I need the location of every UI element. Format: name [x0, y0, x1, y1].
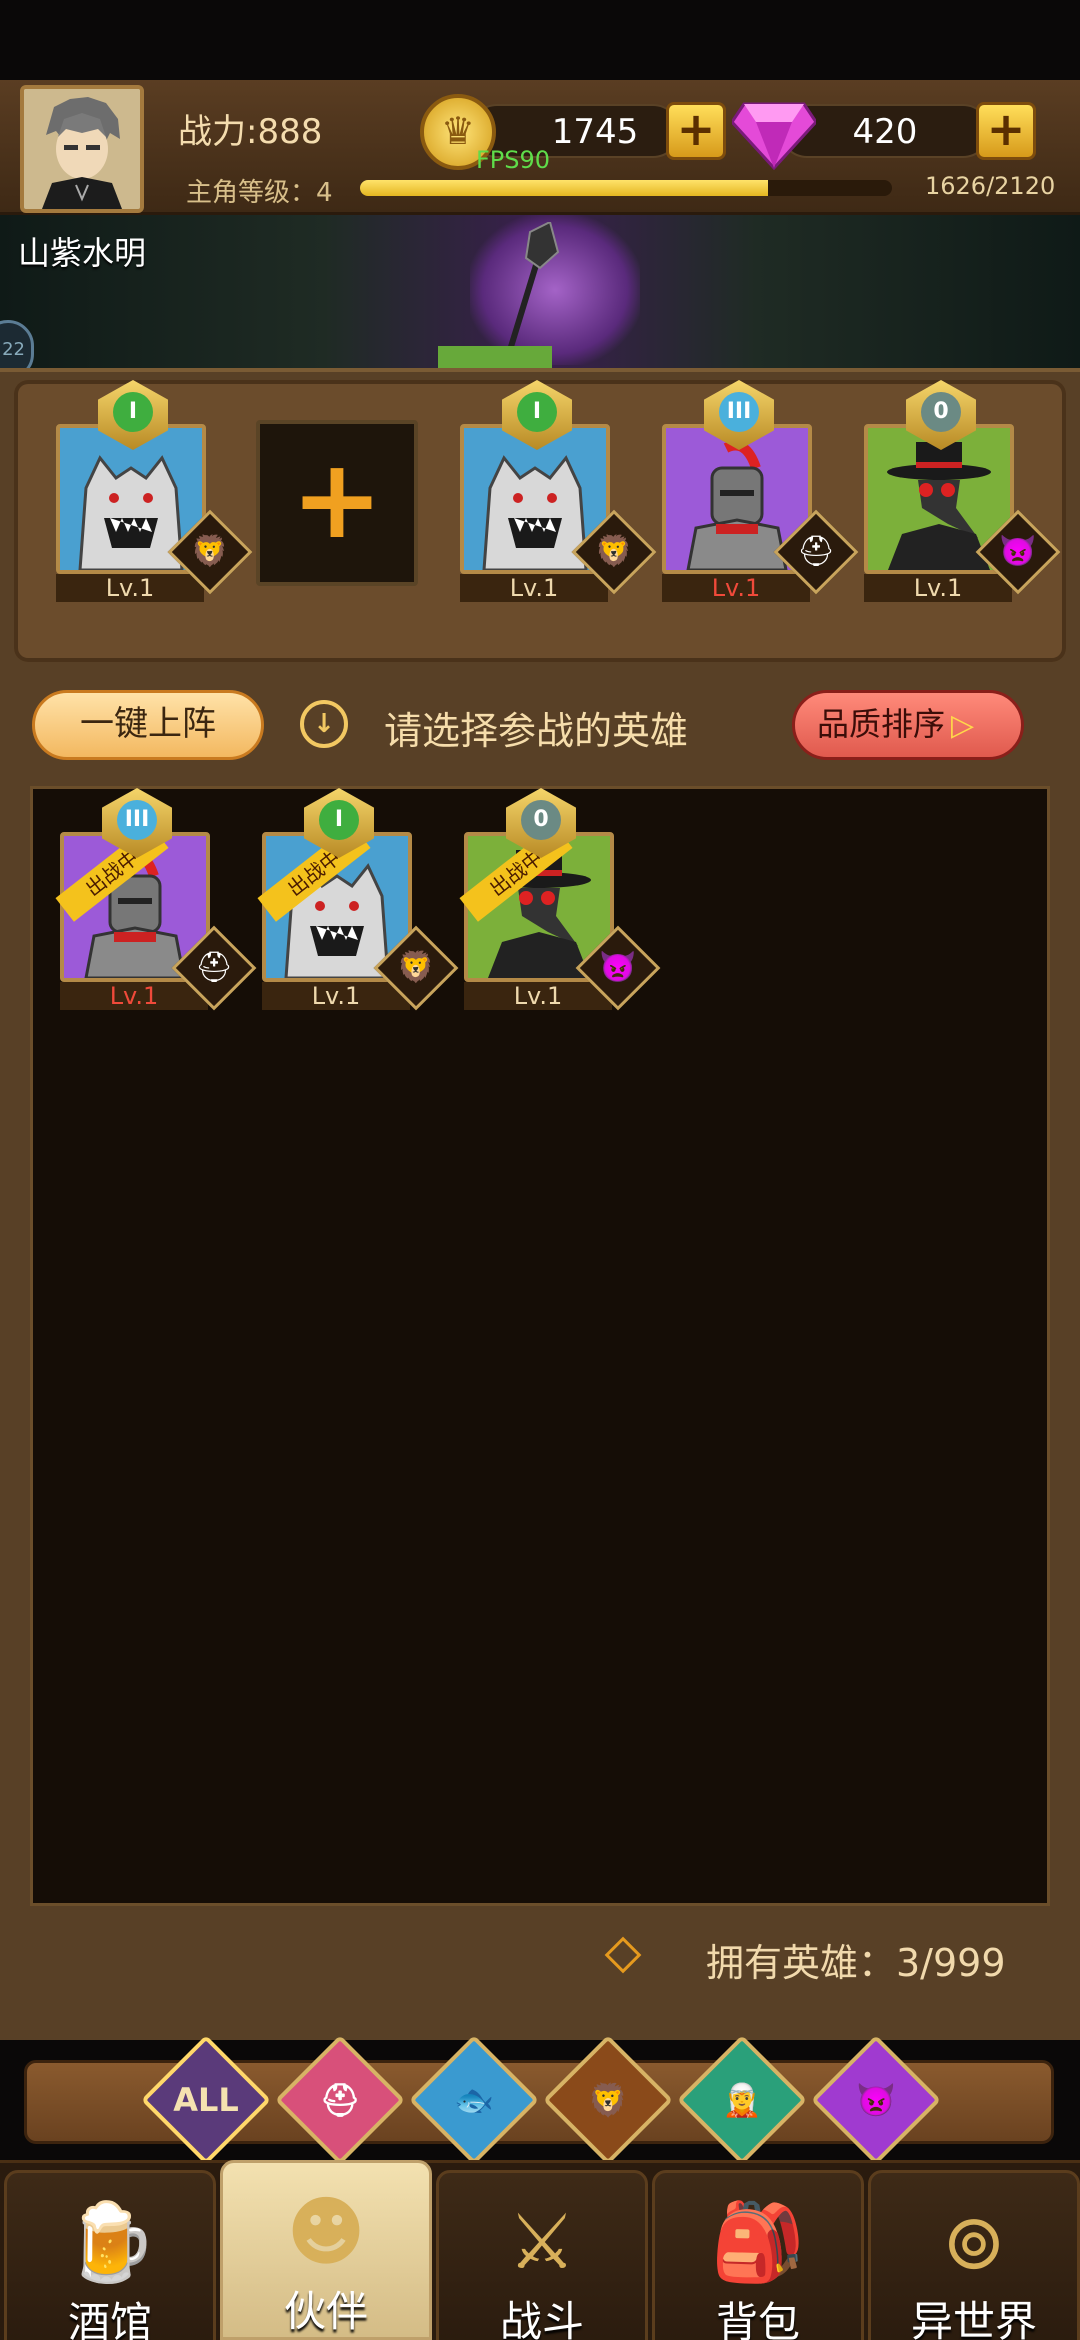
quality-sort-button[interactable]: 品质排序 ▷ — [792, 690, 1024, 760]
nav-label: 异世界 — [910, 2297, 1037, 2340]
rank-label: I — [113, 392, 153, 432]
nav-battle[interactable]: ⚔ 战斗 — [436, 2170, 648, 2340]
helmet-icon: ⛑ — [319, 2081, 361, 2119]
down-arrow-icon: ↓ — [300, 700, 348, 748]
filter-fish-button[interactable]: 🐟 — [408, 2034, 540, 2166]
nav-tavern[interactable]: 🍺 酒馆 — [4, 2170, 216, 2340]
player-level: 主角等级：4 — [186, 172, 333, 209]
rank-label: 0 — [921, 392, 961, 432]
instruction-text: 请选择参战的英雄 — [384, 709, 689, 753]
staff-icon — [507, 222, 560, 351]
rank-label: III — [117, 800, 157, 840]
nav-otherworld[interactable]: ⊚ 异世界 — [868, 2170, 1080, 2340]
player-name: 山紫水明 — [18, 234, 147, 272]
nav-label: 伙伴 — [283, 2287, 368, 2336]
backpack-icon: 🎒 — [710, 2197, 806, 2286]
rank-label: III — [719, 392, 759, 432]
hero-level: Lv.1 — [460, 574, 608, 602]
nav-companion[interactable]: ☻ 伙伴 — [220, 2160, 432, 2340]
nav-backpack[interactable]: 🎒 背包 — [652, 2170, 864, 2340]
player-avatar[interactable] — [20, 85, 144, 213]
owned-heroes-count: 拥有英雄：3/999 — [706, 1941, 1006, 1985]
fish-icon: 🐟 — [454, 2081, 494, 2119]
filter-helmet-button[interactable]: ⛑ — [274, 2034, 406, 2166]
nav-label: 酒馆 — [67, 2298, 152, 2340]
hero-level: Lv.1 — [60, 982, 208, 1010]
filter-lion-button[interactable]: 🦁 — [542, 2034, 674, 2166]
combat-power: 战力:888 — [178, 112, 323, 152]
nav-label: 战斗 — [499, 2297, 584, 2340]
play-arrow-icon: ▷ — [951, 708, 975, 743]
companion-icon: ☻ — [286, 2187, 366, 2276]
hero-level: Lv.1 — [464, 982, 612, 1010]
hero-level: Lv.1 — [56, 574, 204, 602]
rank-label: I — [517, 392, 557, 432]
add-hero-slot[interactable]: + — [256, 420, 418, 586]
xp-text: 1626/2120 — [925, 172, 1056, 200]
rank-label: 0 — [521, 800, 561, 840]
swords-icon: ⚔ — [507, 2197, 577, 2286]
level-value: 4 — [316, 178, 333, 208]
add-gem-button[interactable]: + — [976, 102, 1036, 160]
fps-counter: FPS90 — [476, 146, 551, 174]
health-bar — [438, 346, 552, 368]
beer-icon: 🍺 — [62, 2197, 158, 2286]
level-label: 主角等级： — [186, 178, 317, 208]
gem-icon — [732, 102, 816, 170]
filter-elf-button[interactable]: 🧝 — [676, 2034, 808, 2166]
xp-bar — [360, 180, 892, 196]
demon-icon: 👿 — [856, 2081, 896, 2119]
filter-label: ALL — [173, 2081, 239, 2119]
elf-icon: 🧝 — [722, 2081, 762, 2119]
gem-amount: 420 — [852, 112, 918, 152]
hero-level: Lv.1 — [262, 982, 410, 1010]
portal-icon: ⊚ — [942, 2197, 1006, 2286]
filter-all-button[interactable]: ALL — [140, 2034, 272, 2166]
xp-bar-fill — [360, 180, 769, 196]
rank-label: I — [319, 800, 359, 840]
lion-icon: 🦁 — [588, 2081, 628, 2119]
sort-label: 品质排序 — [817, 705, 946, 743]
hero-level: Lv.1 — [662, 574, 810, 602]
add-gold-button[interactable]: + — [666, 102, 726, 160]
filter-demon-button[interactable]: 👿 — [810, 2034, 942, 2166]
auto-deploy-button[interactable]: 一键上阵 — [32, 690, 264, 760]
hero-level: Lv.1 — [864, 574, 1012, 602]
nav-label: 背包 — [715, 2298, 800, 2340]
